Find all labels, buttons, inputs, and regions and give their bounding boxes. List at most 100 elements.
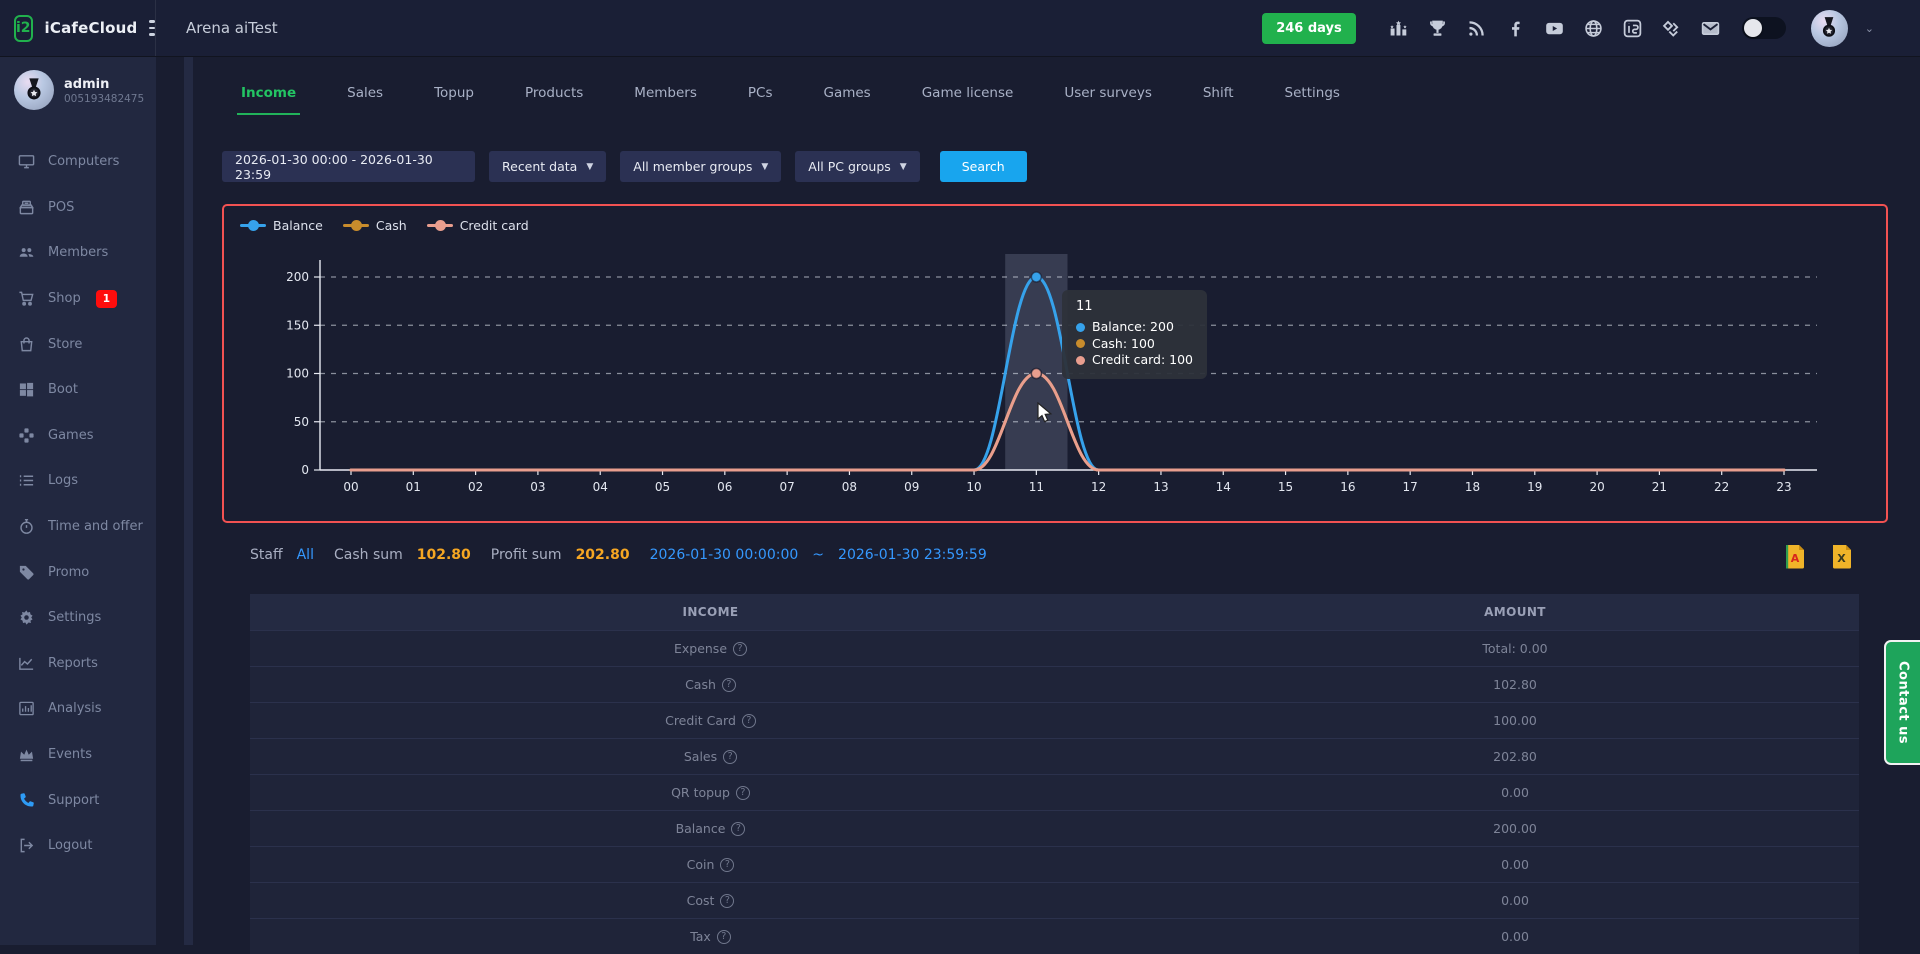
legend-item[interactable]: Credit card bbox=[427, 218, 529, 233]
period-end[interactable]: 2026-01-30 23:59:59 bbox=[838, 547, 987, 563]
chevron-down-icon[interactable]: ⌄ bbox=[1865, 22, 1874, 35]
table-row[interactable]: Tax ? 0.00 bbox=[250, 918, 1859, 954]
staff-filter-link[interactable]: All bbox=[297, 547, 314, 563]
sidebar-item-label: Store bbox=[48, 337, 82, 352]
table-row[interactable]: Expense ? Total: 0.00 bbox=[250, 630, 1859, 666]
table-row[interactable]: Sales ? 202.80 bbox=[250, 738, 1859, 774]
tab[interactable]: Products bbox=[521, 75, 587, 115]
icafecloud-icon[interactable] bbox=[1621, 16, 1645, 40]
tab[interactable]: Members bbox=[630, 75, 701, 115]
hamburger-menu-icon[interactable] bbox=[149, 20, 155, 36]
help-icon[interactable]: ? bbox=[722, 678, 736, 692]
tab[interactable]: Sales bbox=[343, 75, 387, 115]
sidebar-item[interactable]: Reports bbox=[0, 641, 156, 687]
tab[interactable]: Income bbox=[237, 75, 300, 115]
crown-icon bbox=[17, 746, 35, 764]
sidebar-user[interactable]: admin 005193482475 bbox=[0, 57, 156, 113]
tab[interactable]: Topup bbox=[430, 75, 478, 115]
help-icon[interactable]: ? bbox=[736, 786, 750, 800]
pc-group-value: All PC groups bbox=[808, 159, 891, 174]
license-days-badge[interactable]: 246 days bbox=[1262, 13, 1356, 44]
sidebar-item[interactable]: Computers bbox=[0, 139, 156, 185]
tab[interactable]: PCs bbox=[744, 75, 777, 115]
svg-text:22: 22 bbox=[1714, 480, 1729, 494]
export-excel-icon[interactable]: X bbox=[1831, 544, 1852, 573]
globe-icon[interactable] bbox=[1582, 16, 1606, 40]
tab[interactable]: Shift bbox=[1199, 75, 1238, 115]
sidebar-item[interactable]: Boot bbox=[0, 367, 156, 413]
table-row[interactable]: Cost ? 0.00 bbox=[250, 882, 1859, 918]
brand-zone: i2 iCafeCloud bbox=[0, 0, 156, 56]
tag-icon bbox=[17, 563, 35, 581]
ranking-icon[interactable] bbox=[1387, 16, 1411, 40]
contact-us-button[interactable]: Contact us bbox=[1884, 640, 1920, 765]
facebook-icon[interactable] bbox=[1504, 16, 1528, 40]
income-line-chart[interactable]: 0501001502000001020304050607080910111213… bbox=[224, 206, 1886, 521]
table-row[interactable]: QR topup ? 0.00 bbox=[250, 774, 1859, 810]
help-icon[interactable]: ? bbox=[723, 750, 737, 764]
data-select[interactable]: Recent data ▼ bbox=[489, 151, 606, 182]
sidebar-item[interactable]: Support bbox=[0, 777, 156, 823]
table-row[interactable]: Cash ? 102.80 bbox=[250, 666, 1859, 702]
tab[interactable]: Game license bbox=[918, 75, 1018, 115]
theme-toggle[interactable] bbox=[1742, 17, 1786, 39]
contact-us-label: Contact us bbox=[1896, 661, 1911, 744]
svg-text:00: 00 bbox=[343, 480, 358, 494]
sidebar-item[interactable]: Store bbox=[0, 321, 156, 367]
svg-text:16: 16 bbox=[1340, 480, 1355, 494]
legend-item[interactable]: Cash bbox=[343, 218, 407, 233]
legend-item[interactable]: Balance bbox=[240, 218, 323, 233]
rss-icon[interactable] bbox=[1465, 16, 1489, 40]
help-icon[interactable]: ? bbox=[717, 930, 731, 944]
help-icon[interactable]: ? bbox=[731, 822, 745, 836]
sidebar-item[interactable]: Promo bbox=[0, 549, 156, 595]
sidebar-item[interactable]: Time and offer bbox=[0, 504, 156, 550]
sidebar-item[interactable]: Settings bbox=[0, 595, 156, 641]
user-avatar[interactable] bbox=[1811, 10, 1848, 47]
mail-icon[interactable] bbox=[1699, 16, 1723, 40]
help-icon[interactable]: ? bbox=[733, 642, 747, 656]
pc-group-select[interactable]: All PC groups ▼ bbox=[795, 151, 919, 182]
sidebar-item-label: Members bbox=[48, 245, 108, 260]
sidebar-item[interactable]: Analysis bbox=[0, 686, 156, 732]
search-button[interactable]: Search bbox=[940, 151, 1027, 182]
sidebar-item[interactable]: Shop 1 bbox=[0, 276, 156, 322]
sidebar-item[interactable]: Events bbox=[0, 732, 156, 778]
date-range-input[interactable]: 2026-01-30 00:00 - 2026-01-30 23:59 bbox=[222, 151, 475, 182]
tab[interactable]: Games bbox=[819, 75, 874, 115]
table-row[interactable]: Coin ? 0.00 bbox=[250, 846, 1859, 882]
chart-tooltip: 11 Balance: 200 Cash: 100 Cre bbox=[1062, 290, 1207, 379]
export-pdf-icon[interactable]: A bbox=[1784, 544, 1805, 573]
sidebar-item[interactable]: Logout bbox=[0, 823, 156, 869]
svg-text:10: 10 bbox=[966, 480, 981, 494]
bag-icon bbox=[17, 335, 35, 353]
layers-icon[interactable] bbox=[1660, 16, 1684, 40]
table-row[interactable]: Credit Card ? 100.00 bbox=[250, 702, 1859, 738]
windows-icon bbox=[17, 381, 35, 399]
help-icon[interactable]: ? bbox=[742, 714, 756, 728]
help-icon[interactable]: ? bbox=[720, 858, 734, 872]
members-icon bbox=[17, 244, 35, 262]
sidebar-item[interactable]: POS bbox=[0, 185, 156, 231]
sidebar-item-label: Reports bbox=[48, 656, 98, 671]
member-group-select[interactable]: All member groups ▼ bbox=[620, 151, 781, 182]
user-name: admin bbox=[64, 76, 144, 93]
sidebar-item[interactable]: Games bbox=[0, 413, 156, 459]
scrollbar-track[interactable] bbox=[184, 57, 193, 945]
tooltip-row: Cash: 100 bbox=[1076, 336, 1193, 353]
sidebar-item[interactable]: Members bbox=[0, 230, 156, 276]
tab[interactable]: Settings bbox=[1281, 75, 1344, 115]
help-icon[interactable]: ? bbox=[720, 894, 734, 908]
income-table: INCOME AMOUNT Expense ? Total: 0.00 Cash… bbox=[250, 594, 1859, 954]
tooltip-text: Cash: 100 bbox=[1092, 336, 1155, 353]
period-start[interactable]: 2026-01-30 00:00:00 bbox=[650, 547, 799, 563]
profit-sum-value: 202.80 bbox=[576, 547, 630, 563]
tooltip-row: Credit card: 100 bbox=[1076, 352, 1193, 369]
table-row[interactable]: Balance ? 200.00 bbox=[250, 810, 1859, 846]
trophy-icon[interactable] bbox=[1426, 16, 1450, 40]
row-label: Expense bbox=[674, 641, 727, 656]
svg-text:07: 07 bbox=[779, 480, 794, 494]
sidebar-item[interactable]: Logs bbox=[0, 458, 156, 504]
tab[interactable]: User surveys bbox=[1060, 75, 1156, 115]
youtube-icon[interactable] bbox=[1543, 16, 1567, 40]
